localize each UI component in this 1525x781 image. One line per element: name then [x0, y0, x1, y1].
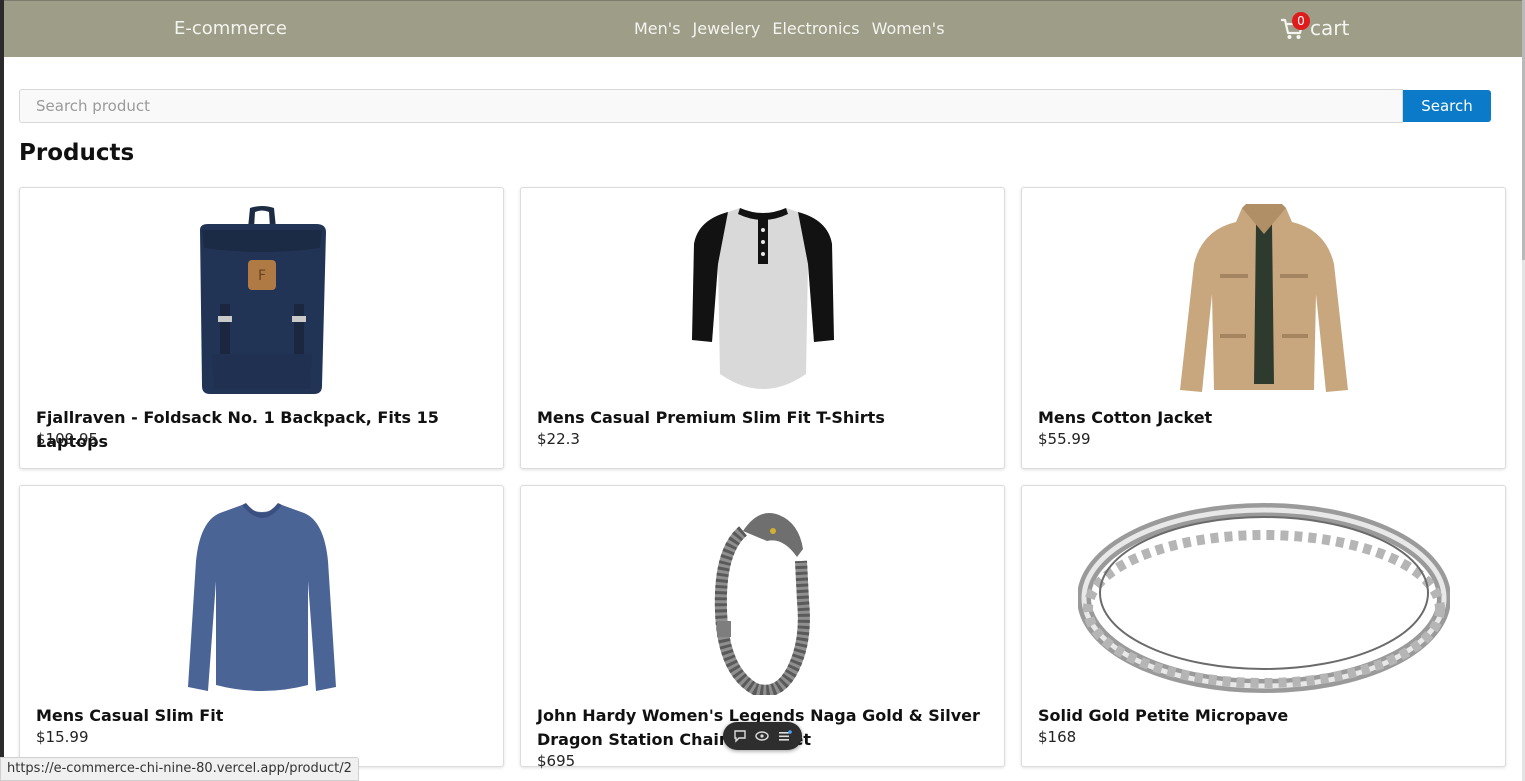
product-price: $55.99: [1038, 430, 1091, 448]
longsleeve-shirt-image: [20, 500, 503, 695]
nav-link-jewelery[interactable]: Jewelery: [693, 19, 761, 38]
product-name[interactable]: Mens Casual Premium Slim Fit T-Shirts: [537, 406, 987, 430]
nav-links: Men's Jewelery Electronics Women's: [634, 19, 945, 38]
product-price: $695: [537, 752, 576, 770]
cart-label: cart: [1310, 16, 1350, 40]
menu-icon[interactable]: [777, 728, 793, 744]
cart-icon: 0: [1280, 12, 1310, 41]
product-price: $109.95: [36, 430, 99, 448]
product-name[interactable]: Mens Cotton Jacket: [1038, 406, 1488, 430]
nav-link-electronics[interactable]: Electronics: [772, 19, 859, 38]
jacket-image: [1022, 202, 1505, 397]
search-button[interactable]: Search: [1403, 90, 1491, 122]
product-name[interactable]: Fjallraven - Foldsack No. 1 Backpack, Fi…: [36, 406, 486, 454]
search-input[interactable]: [19, 89, 1403, 123]
product-name[interactable]: Solid Gold Petite Micropave: [1038, 704, 1488, 728]
cart-button[interactable]: 0 cart: [1280, 12, 1350, 41]
product-card[interactable]: F Fjallraven - Foldsack No. 1 Backpack, …: [19, 187, 504, 469]
eye-icon[interactable]: [754, 728, 770, 744]
page-title: Products: [19, 140, 135, 166]
cart-count-badge: 0: [1292, 12, 1310, 30]
ring-image: [1022, 500, 1505, 695]
floating-toolbar: [723, 722, 802, 750]
status-bar-url: https://e-commerce-chi-nine-80.vercel.ap…: [0, 757, 359, 781]
product-card[interactable]: Mens Cotton Jacket $55.99: [1021, 187, 1506, 469]
svg-text:F: F: [257, 268, 265, 284]
window-edge: [0, 0, 4, 781]
product-card[interactable]: Mens Casual Slim Fit $15.99: [19, 485, 504, 767]
bracelet-image: [521, 500, 1004, 695]
product-price: $168: [1038, 728, 1077, 746]
tshirt-image: [521, 202, 1004, 397]
product-card[interactable]: Mens Casual Premium Slim Fit T-Shirts $2…: [520, 187, 1005, 469]
product-price: $15.99: [36, 728, 89, 746]
product-card[interactable]: Solid Gold Petite Micropave $168: [1021, 485, 1506, 767]
product-name[interactable]: Mens Casual Slim Fit: [36, 704, 486, 728]
nav-link-mens[interactable]: Men's: [634, 19, 681, 38]
backpack-image: F: [20, 202, 503, 397]
brand-logo[interactable]: E-commerce: [174, 18, 287, 39]
comment-icon[interactable]: [732, 728, 748, 744]
navbar: E-commerce Men's Jewelery Electronics Wo…: [4, 0, 1522, 57]
product-price: $22.3: [537, 430, 580, 448]
nav-link-womens[interactable]: Women's: [872, 19, 945, 38]
